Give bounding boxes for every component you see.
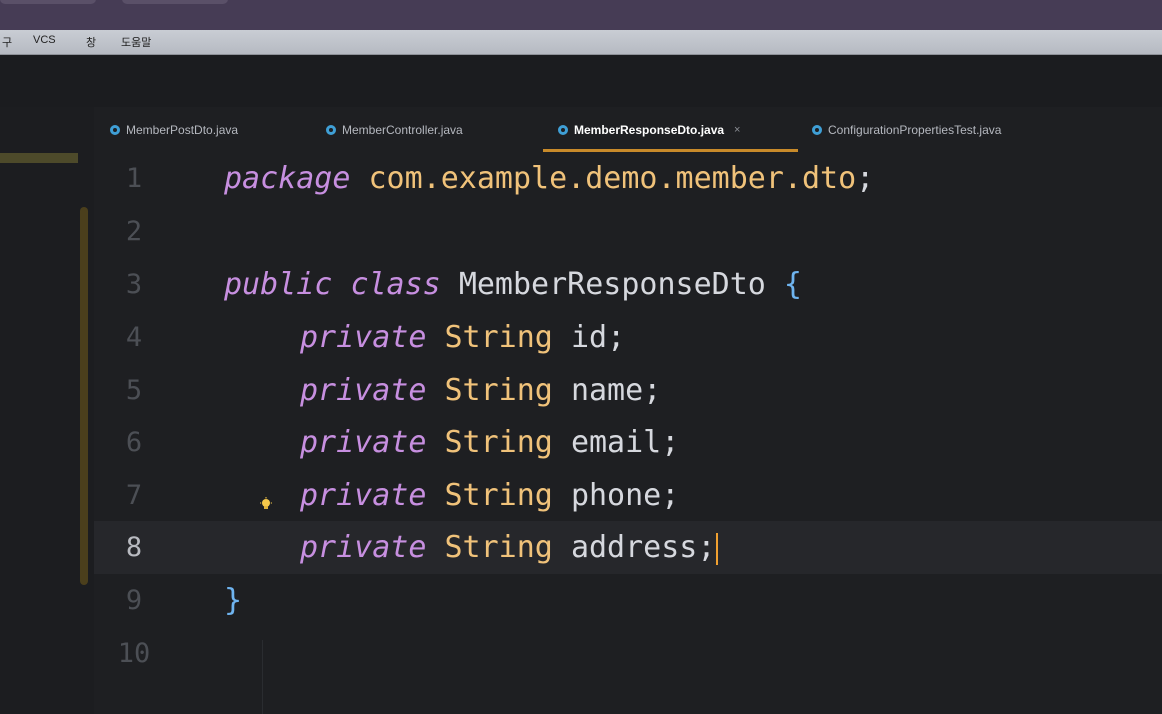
keyword: class bbox=[350, 267, 441, 302]
semicolon: ; bbox=[661, 425, 680, 460]
line-number[interactable]: 3 bbox=[94, 258, 174, 311]
semicolon: ; bbox=[643, 373, 662, 408]
tab-member-response-dto[interactable]: MemberResponseDto.java × bbox=[558, 119, 740, 141]
menu-item-help[interactable]: 도움말 bbox=[121, 34, 151, 50]
tab-label: MemberResponseDto.java bbox=[574, 123, 725, 137]
line-number[interactable]: 10 bbox=[94, 627, 174, 680]
title-bar-tab-right[interactable] bbox=[122, 0, 228, 4]
code-line-5[interactable]: private String name; bbox=[300, 364, 661, 417]
close-brace: } bbox=[224, 583, 243, 618]
keyword: private bbox=[300, 320, 427, 355]
code-line-4[interactable]: private String id; bbox=[300, 311, 625, 364]
type-name: String bbox=[444, 373, 553, 408]
type-name: String bbox=[444, 530, 553, 565]
menu-item-vcs[interactable]: VCS bbox=[33, 34, 56, 46]
java-class-icon bbox=[326, 125, 336, 135]
menu-bar: 구 VCS 창 도움말 bbox=[0, 30, 1162, 55]
code-line-7[interactable]: private String phone; bbox=[300, 469, 679, 522]
text-caret bbox=[716, 532, 719, 565]
semicolon: ; bbox=[607, 320, 626, 355]
indent-guide bbox=[262, 640, 263, 714]
menu-item-tools[interactable]: 구 bbox=[2, 34, 12, 50]
tab-configuration-properties-test[interactable]: ConfigurationPropertiesTest.java bbox=[812, 119, 1001, 141]
java-class-icon bbox=[812, 125, 822, 135]
semicolon: ; bbox=[697, 530, 716, 565]
open-brace: { bbox=[783, 267, 802, 302]
keyword: private bbox=[300, 478, 427, 513]
title-bar-tab-left[interactable] bbox=[0, 0, 96, 4]
project-tool-window bbox=[0, 107, 94, 714]
tab-label: MemberController.java bbox=[342, 123, 463, 137]
tab-member-controller[interactable]: MemberController.java bbox=[326, 119, 463, 141]
menu-item-window[interactable]: 창 bbox=[86, 34, 96, 50]
lightbulb-icon[interactable] bbox=[259, 497, 273, 513]
editor-tab-bar: MemberPostDto.java MemberController.java… bbox=[94, 107, 1162, 151]
keyword: private bbox=[300, 373, 427, 408]
package-name: com.example.demo.member.dto bbox=[368, 161, 857, 196]
keyword: private bbox=[300, 530, 427, 565]
line-number-current[interactable]: 8 bbox=[94, 521, 174, 574]
class-name: MemberResponseDto bbox=[458, 267, 766, 302]
selected-tree-item[interactable] bbox=[0, 153, 78, 163]
line-number[interactable]: 9 bbox=[94, 574, 174, 627]
window-title-bar bbox=[0, 0, 1162, 30]
tab-member-post-dto[interactable]: MemberPostDto.java bbox=[110, 119, 238, 141]
type-name: String bbox=[444, 320, 553, 355]
code-line-1[interactable]: package com.example.demo.member.dto; bbox=[224, 152, 874, 205]
line-number[interactable]: 1 bbox=[94, 152, 174, 205]
semicolon: ; bbox=[661, 478, 680, 513]
field-name: id bbox=[570, 320, 608, 355]
java-class-icon bbox=[558, 125, 568, 135]
line-number[interactable]: 6 bbox=[94, 416, 174, 469]
change-marker-bar bbox=[80, 207, 88, 585]
type-name: String bbox=[444, 478, 553, 513]
close-icon[interactable]: × bbox=[734, 124, 740, 136]
keyword: private bbox=[300, 425, 427, 460]
semicolon: ; bbox=[856, 161, 875, 196]
field-name: email bbox=[570, 425, 662, 460]
code-line-8[interactable]: private String address; bbox=[300, 521, 719, 574]
code-line-6[interactable]: private String email; bbox=[300, 416, 679, 469]
field-name: address bbox=[570, 530, 698, 565]
line-number[interactable]: 2 bbox=[94, 205, 174, 258]
field-name: phone bbox=[570, 478, 662, 513]
java-class-icon bbox=[110, 125, 120, 135]
tab-label: ConfigurationPropertiesTest.java bbox=[828, 123, 1002, 137]
keyword: package bbox=[224, 161, 351, 196]
toolbar-area bbox=[0, 55, 1162, 107]
code-line-3[interactable]: public class MemberResponseDto { bbox=[224, 258, 802, 311]
line-number[interactable]: 7 bbox=[94, 469, 174, 522]
type-name: String bbox=[444, 425, 553, 460]
keyword: public bbox=[224, 267, 333, 302]
line-number[interactable]: 5 bbox=[94, 364, 174, 417]
tab-label: MemberPostDto.java bbox=[126, 123, 239, 137]
field-name: name bbox=[570, 373, 644, 408]
code-line-9[interactable]: } bbox=[224, 574, 242, 627]
line-number[interactable]: 4 bbox=[94, 311, 174, 364]
